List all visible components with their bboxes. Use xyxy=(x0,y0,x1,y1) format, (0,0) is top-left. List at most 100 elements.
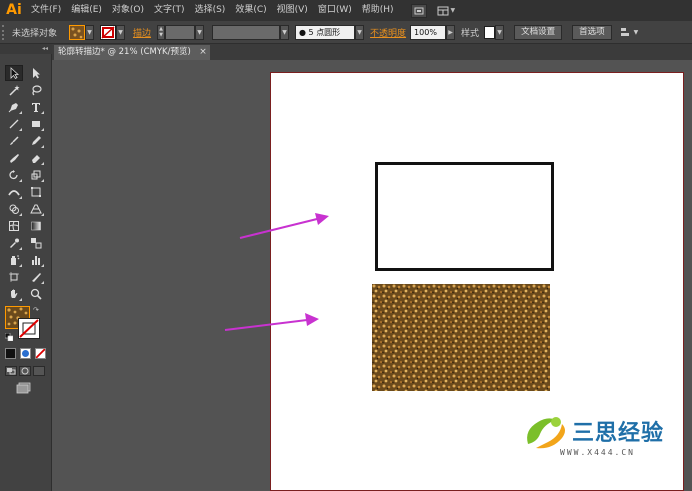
perspective-grid-tool[interactable] xyxy=(27,201,45,217)
stroke-label[interactable]: 描边 xyxy=(133,26,151,39)
mesh-icon xyxy=(9,221,19,231)
menu-type[interactable]: 文字(T) xyxy=(149,0,190,21)
eyedropper-tool[interactable] xyxy=(5,235,23,251)
eraser-tool[interactable] xyxy=(27,150,45,166)
chevron-down-icon: ▼ xyxy=(450,7,456,14)
magic-wand-tool[interactable] xyxy=(5,82,23,98)
type-tool[interactable] xyxy=(27,99,45,115)
fill-dropdown[interactable]: ▼ xyxy=(85,24,95,40)
free-transform-tool[interactable] xyxy=(27,184,45,200)
brush-dropdown[interactable]: ▼ xyxy=(355,24,365,40)
pencil-tool[interactable] xyxy=(27,133,45,149)
flyout-indicator xyxy=(19,247,22,250)
symbol-sprayer-tool[interactable] xyxy=(5,252,23,268)
menu-select[interactable]: 选择(S) xyxy=(190,0,231,21)
mesh-tool[interactable] xyxy=(5,218,23,234)
screen-mode-icon xyxy=(16,382,31,394)
none-mode-button[interactable] xyxy=(35,348,46,359)
chevron-down-icon: ▼ xyxy=(282,28,287,36)
zoom-icon xyxy=(30,288,42,300)
draw-inside-button[interactable] xyxy=(33,366,45,376)
lasso-icon xyxy=(32,85,42,96)
artboard-icon xyxy=(9,272,19,282)
style-swatch[interactable] xyxy=(484,25,496,39)
flyout-indicator xyxy=(19,128,22,131)
menu-bar: Ai 文件(F) 编辑(E) 对象(O) 文字(T) 选择(S) 效果(C) 视… xyxy=(0,0,692,21)
blend-tool[interactable] xyxy=(27,235,45,251)
chevron-down-icon: ▼ xyxy=(87,28,92,36)
style-dropdown[interactable]: ▼ xyxy=(495,24,505,40)
chevron-down-icon: ▼ xyxy=(633,28,639,36)
width-tool[interactable] xyxy=(5,184,23,200)
line-segment-tool[interactable] xyxy=(5,116,23,132)
zoom-tool[interactable] xyxy=(27,286,45,302)
document-setup-button[interactable]: 文档设置 xyxy=(514,24,563,40)
hand-tool[interactable] xyxy=(5,286,23,302)
panel-grip xyxy=(2,24,8,40)
opacity-label[interactable]: 不透明度 xyxy=(370,26,406,39)
none-icon xyxy=(35,348,46,359)
align-icon xyxy=(620,28,629,36)
gradient-tool[interactable] xyxy=(27,218,45,234)
flyout-indicator xyxy=(41,128,44,131)
profile-dropdown[interactable]: ▼ xyxy=(280,24,290,40)
menu-object[interactable]: 对象(O) xyxy=(107,0,149,21)
color-mode-button[interactable] xyxy=(5,348,16,359)
arrange-documents-icon xyxy=(437,6,449,15)
selection-status: 未选择对象 xyxy=(12,28,58,39)
stroke-weight-dropdown[interactable]: ▼ xyxy=(195,24,205,40)
shape-builder-tool[interactable] xyxy=(5,201,23,217)
default-fill-stroke-icon[interactable] xyxy=(4,332,14,342)
stroke-weight-input[interactable] xyxy=(165,24,196,40)
fill-swatch[interactable] xyxy=(69,24,86,40)
artboard-tool[interactable] xyxy=(5,269,23,285)
draw-normal-button[interactable] xyxy=(5,366,17,376)
align-options-button[interactable]: ▼ xyxy=(620,27,639,37)
paintbrush-tool[interactable] xyxy=(5,133,23,149)
menu-window[interactable]: 窗口(W) xyxy=(313,0,357,21)
document-tab[interactable]: 轮廓转描边* @ 21% (CMYK/预览) × xyxy=(54,45,210,60)
stroke-weight-stepper[interactable]: ▲ ▼ xyxy=(157,24,166,40)
pen-tool[interactable] xyxy=(5,99,23,115)
flyout-indicator xyxy=(19,213,22,216)
swap-fill-stroke-icon[interactable]: ↷ xyxy=(33,306,41,314)
blob-brush-tool[interactable] xyxy=(5,150,23,166)
flyout-indicator xyxy=(41,145,44,148)
rectangle-tool[interactable] xyxy=(27,116,45,132)
menu-effect[interactable]: 效果(C) xyxy=(230,0,271,21)
stroke-color-box[interactable] xyxy=(18,318,40,339)
stroke-dropdown[interactable]: ▼ xyxy=(116,24,126,40)
rotate-tool[interactable] xyxy=(5,167,23,183)
scale-tool[interactable] xyxy=(27,167,45,183)
brush-definition[interactable]: ● 5 点圆形 xyxy=(295,24,356,40)
stroke-swatch[interactable] xyxy=(100,24,117,40)
menu-help[interactable]: 帮助(H) xyxy=(357,0,399,21)
slice-tool[interactable] xyxy=(27,269,45,285)
variable-width-profile[interactable] xyxy=(212,24,281,40)
free-transform-icon xyxy=(31,187,41,197)
arrange-documents-button[interactable]: ▼ xyxy=(437,4,459,18)
bridge-button[interactable] xyxy=(410,3,427,18)
opacity-input[interactable]: 100% xyxy=(410,24,447,40)
stroked-rectangle[interactable] xyxy=(375,162,554,271)
tools-panel: ◂◂ ↷ xyxy=(0,44,52,491)
gradient-mode-button[interactable] xyxy=(20,348,31,359)
menu-file[interactable]: 文件(F) xyxy=(26,0,66,21)
menu-edit[interactable]: 编辑(E) xyxy=(66,0,107,21)
draw-behind-button[interactable] xyxy=(19,366,31,376)
pattern-filled-rectangle[interactable] xyxy=(372,284,550,391)
tools-panel-collapse[interactable]: ◂◂ xyxy=(0,44,52,54)
selection-tool[interactable] xyxy=(5,65,23,81)
close-icon[interactable]: × xyxy=(198,45,208,60)
preferences-button[interactable]: 首选项 xyxy=(572,24,612,40)
screen-mode-button[interactable] xyxy=(16,382,32,394)
column-graph-tool[interactable] xyxy=(27,252,45,268)
stepper-icon: ▲ ▼ xyxy=(159,26,163,38)
direct-selection-tool[interactable] xyxy=(27,65,45,81)
menu-view[interactable]: 视图(V) xyxy=(272,0,313,21)
flyout-indicator xyxy=(19,196,22,199)
chevron-down-icon: ▼ xyxy=(197,28,202,36)
blend-icon xyxy=(31,238,42,249)
opacity-dropdown[interactable]: ▶ xyxy=(446,24,456,40)
lasso-tool[interactable] xyxy=(27,82,45,98)
